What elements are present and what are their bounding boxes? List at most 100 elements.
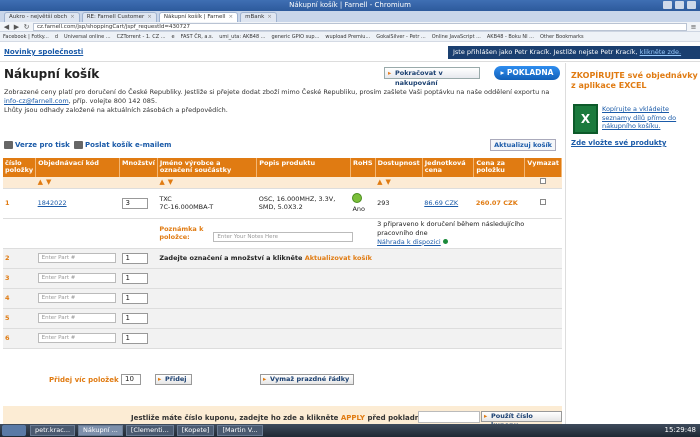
sort-arrows-icon[interactable]: ▲▼ xyxy=(159,178,176,186)
taskbar-item-active[interactable]: Nákupní ... xyxy=(78,425,123,436)
bookmark-item[interactable]: GokaiSilver - Petr ... xyxy=(376,34,426,40)
reload-icon[interactable]: ↻ xyxy=(23,23,30,31)
window-title: Nákupní košík | Farnell - Chromium xyxy=(289,1,411,9)
back-icon[interactable]: ◀ xyxy=(3,23,10,31)
sidebar: ZKOPÍRUJTE své objednávky z aplikace EXC… xyxy=(565,63,700,424)
note-input[interactable]: Enter Your Notes Here xyxy=(213,231,354,242)
table-row: 5 Enter Part # 1 xyxy=(3,308,562,329)
order-code-link[interactable]: 1842022 xyxy=(38,199,67,207)
part-input[interactable]: Enter Part # xyxy=(37,253,116,263)
wrench-icon[interactable]: ≡ xyxy=(690,23,697,31)
window-titlebar: Nákupní košík | Farnell - Chromium xyxy=(0,0,700,11)
coupon-input[interactable] xyxy=(418,411,480,423)
availability-cell: 293 xyxy=(375,188,423,219)
excel-icon: X xyxy=(573,104,598,134)
taskbar-item[interactable]: [Clementi... xyxy=(125,425,174,436)
url-input[interactable]: cz.farnell.com/jsp/shoppingCart/jspf_req… xyxy=(33,22,687,31)
bookmark-item[interactable]: FAST ČR, a.s. xyxy=(181,34,214,40)
email-cart-link[interactable]: Poslat košík e-mailem xyxy=(74,141,171,149)
bookmark-item[interactable]: wupload Premiu... xyxy=(325,34,370,40)
bookmark-item[interactable]: CZTorrent - 1. CZ ... xyxy=(117,34,166,40)
entry-hint: Zadejte označení a množství a klikněte xyxy=(159,254,303,262)
browser-tab[interactable]: Aukro - největší obch × xyxy=(4,12,80,22)
item-number: 4 xyxy=(3,288,36,309)
quantity-input[interactable]: 1 xyxy=(121,312,148,324)
available-dot-icon xyxy=(442,238,448,244)
taskbar-item[interactable]: petr.krac... xyxy=(30,425,76,436)
select-all-checkbox[interactable] xyxy=(540,178,547,185)
minimize-icon[interactable] xyxy=(663,1,672,9)
table-row: 4 Enter Part # 1 xyxy=(3,288,562,309)
quantity-input[interactable]: 1 xyxy=(121,292,148,304)
continue-shopping-button[interactable]: Pokračovat v nakupování xyxy=(384,67,480,87)
top-strip: Novinky společnosti Jste přihlášen jako … xyxy=(0,43,700,62)
browser-tab-active[interactable]: Nákupní košík | Farnell × xyxy=(158,12,239,22)
table-header-row: číslo položky Objednávací kód Množství J… xyxy=(3,158,562,177)
replacement-link[interactable]: Náhrada k dispozici xyxy=(377,238,441,246)
bookmark-item[interactable]: Other Bookmarks xyxy=(540,34,584,40)
bookmark-item[interactable]: generic GPIO sup... xyxy=(271,34,319,40)
print-version-link[interactable]: Verze pro tisk xyxy=(4,141,70,149)
part-input[interactable]: Enter Part # xyxy=(37,293,116,303)
part-input[interactable]: Enter Part # xyxy=(37,273,116,283)
delete-checkbox[interactable] xyxy=(540,199,547,205)
browser-tab[interactable]: mBank × xyxy=(240,12,277,22)
bookmark-item[interactable]: e xyxy=(172,34,175,40)
col-header: Objednávací kód xyxy=(35,158,121,177)
printer-icon xyxy=(4,141,13,149)
unit-price-link[interactable]: 86.69 CZK xyxy=(424,199,458,207)
col-header: Jednotková cena xyxy=(422,158,475,177)
sort-arrows-icon[interactable]: ▲▼ xyxy=(38,178,55,186)
apply-coupon-button[interactable]: Použít číslo kuponu xyxy=(481,411,562,424)
bookmark-item[interactable]: Online JavaScript ... xyxy=(432,34,481,40)
col-header: Jméno výrobce a označení součástky xyxy=(157,158,258,177)
col-header: Vymazat xyxy=(524,158,562,177)
news-link[interactable]: Novinky společnosti xyxy=(4,48,83,56)
update-cart-link[interactable]: Aktualizovat košík xyxy=(305,254,372,262)
add-more-label: Přidej víc položek xyxy=(49,376,119,384)
table-row: 3 Enter Part # 1 xyxy=(3,268,562,289)
bookmark-item[interactable]: d xyxy=(55,34,58,40)
bookmark-item[interactable]: Universal online ... xyxy=(64,34,111,40)
excel-promo-title[interactable]: ZKOPÍRUJTE své objednávky z aplikace EXC… xyxy=(571,71,699,91)
quantity-input[interactable]: 3 xyxy=(121,197,148,209)
table-row: 2 Enter Part # 1 Zadejte označení a množ… xyxy=(3,248,562,269)
export-email-link[interactable]: info-cz@farnell.com xyxy=(4,97,69,105)
quantity-input[interactable]: 1 xyxy=(121,272,148,284)
clear-empty-rows-button[interactable]: Vymaž prazdné řádky xyxy=(260,374,355,385)
item-number: 2 xyxy=(3,248,36,269)
item-number: 1 xyxy=(3,188,36,219)
paste-products-link[interactable]: Zde vložte své produkty xyxy=(571,139,666,147)
browser-tab-strip: Aukro - největší obch × RE: Farnell Custo… xyxy=(0,11,700,22)
table-row: 6 Enter Part # 1 xyxy=(3,328,562,349)
line-total: 260.07 CZK xyxy=(473,188,525,219)
browser-tab[interactable]: RE: Farnell Customer × xyxy=(81,12,157,22)
excel-promo-text[interactable]: Kopírujte a vkládejte seznamy dílů přímo… xyxy=(602,105,694,131)
start-menu-icon[interactable] xyxy=(2,425,26,436)
add-items-button[interactable]: Přidej xyxy=(155,374,192,385)
col-header: Popis produktu xyxy=(256,158,351,177)
maximize-icon[interactable] xyxy=(675,1,684,9)
close-icon[interactable] xyxy=(687,1,696,9)
taskbar-item[interactable]: [Martin V... xyxy=(217,425,263,436)
web-page: Novinky společnosti Jste přihlášen jako … xyxy=(0,43,700,424)
bookmark-item[interactable]: Facebook | Fotky... xyxy=(3,34,49,40)
taskbar-item[interactable]: [Kopete] xyxy=(176,425,215,436)
coupon-text: Jestliže máte číslo kuponu, zadejte ho z… xyxy=(131,414,430,422)
quantity-input[interactable]: 1 xyxy=(121,332,148,344)
item-note-row: Poznámka k položce: Enter Your Notes Her… xyxy=(3,218,562,249)
rohs-cell: Ano xyxy=(350,188,376,219)
part-input[interactable]: Enter Part # xyxy=(37,313,116,323)
quantity-input[interactable]: 1 xyxy=(121,252,148,264)
add-count-input[interactable]: 10 xyxy=(121,374,141,385)
bookmark-item[interactable]: AKB48 - Boku NI ... xyxy=(487,34,534,40)
bookmark-item[interactable]: umi_uta: AKB48 ... xyxy=(219,34,265,40)
clock: 15:29:48 xyxy=(664,426,696,434)
update-cart-button[interactable]: Aktualizuj košík xyxy=(490,139,556,151)
email-icon xyxy=(74,141,83,149)
part-input[interactable]: Enter Part # xyxy=(37,333,116,343)
sort-arrows-icon[interactable]: ▲▼ xyxy=(377,178,394,186)
checkout-button[interactable]: POKLADNA xyxy=(494,66,560,80)
logout-link[interactable]: klikněte zde. xyxy=(640,48,681,56)
forward-icon[interactable]: ▶ xyxy=(13,23,20,31)
